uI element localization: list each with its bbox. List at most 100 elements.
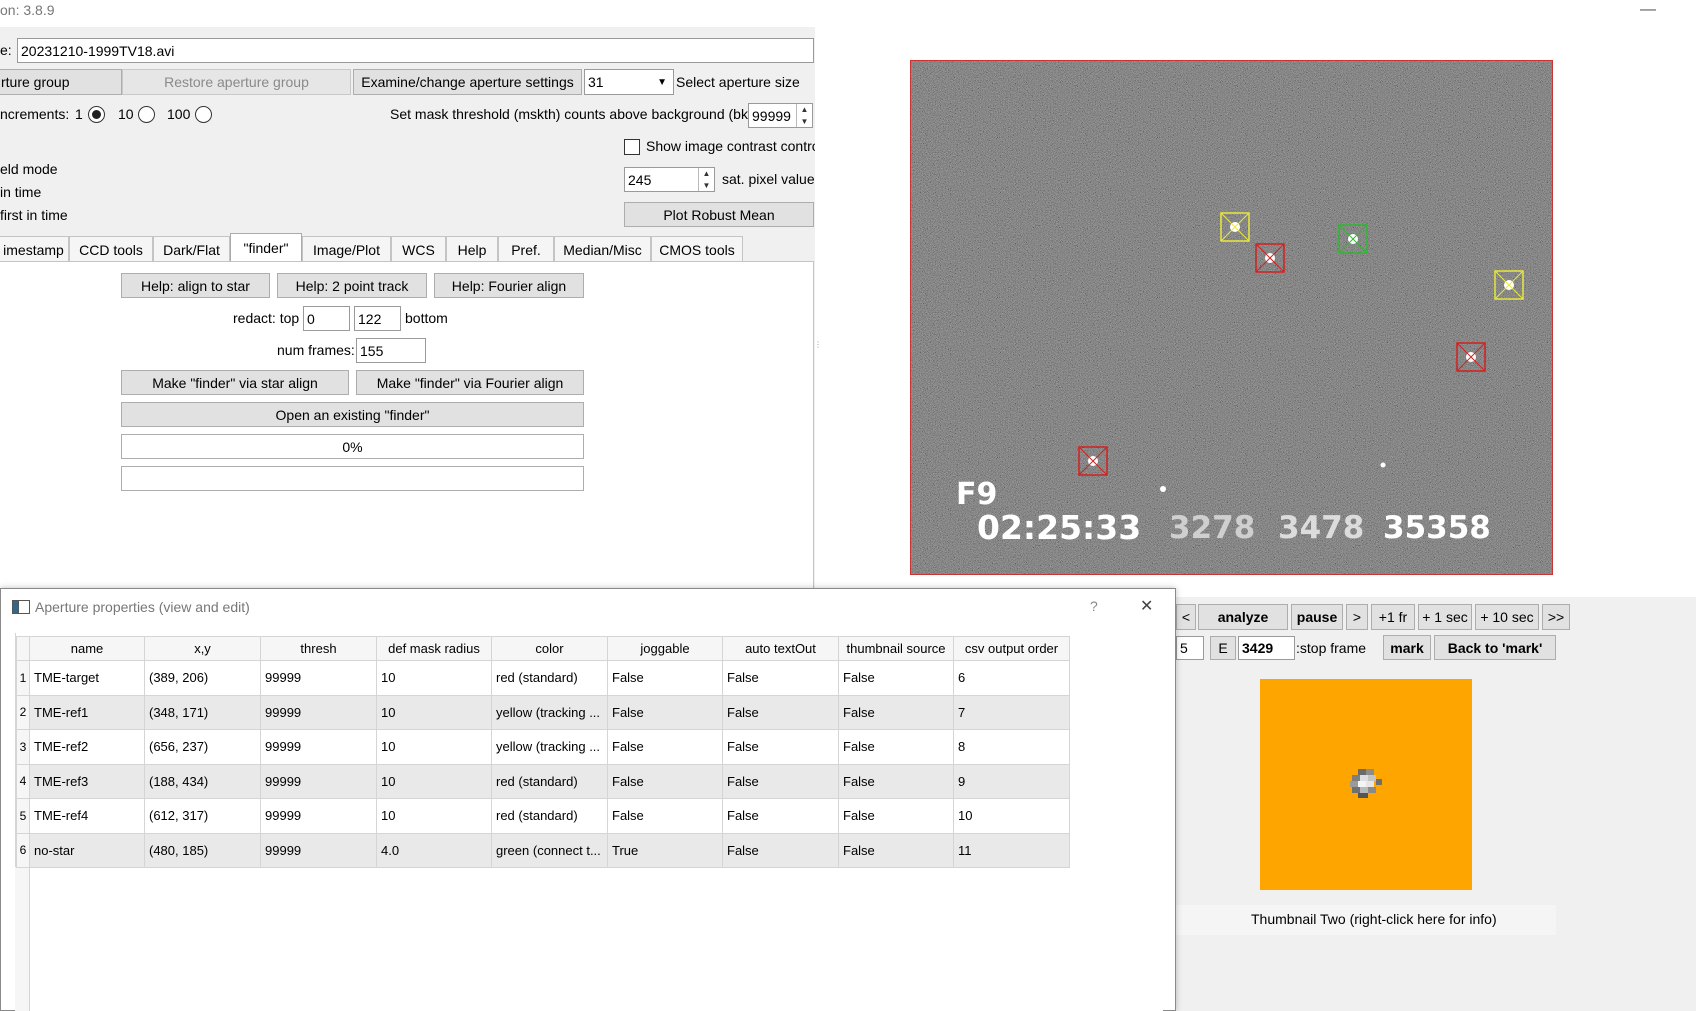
redact-top-input[interactable]: 0 (303, 306, 350, 331)
cell-joggable[interactable]: False (607, 798, 723, 834)
cell-mask-radius[interactable]: 10 (376, 660, 492, 696)
cell-row-number[interactable]: 4 (16, 763, 30, 799)
cell-name[interactable]: TME-ref1 (29, 694, 145, 730)
mask-threshold-spinbox[interactable]: 99999 ▲ ▼ (748, 103, 813, 128)
cell-csv-order[interactable]: 6 (953, 660, 1070, 696)
mark-button[interactable]: mark (1383, 635, 1431, 660)
cell-auto-textout[interactable]: False (722, 798, 839, 834)
sat-pixel-spinbox[interactable]: 245 ▲ ▼ (624, 167, 715, 192)
cell-auto-textout[interactable]: False (722, 694, 839, 730)
save-aperture-group-button[interactable]: rture group (0, 69, 122, 95)
sat-pixel-spin-arrows[interactable]: ▲ ▼ (698, 168, 714, 191)
cell-row-number[interactable]: 5 (16, 798, 30, 834)
plus-1-frame-button[interactable]: +1 fr (1371, 604, 1415, 630)
end-frame-button[interactable]: E (1210, 636, 1236, 660)
cell-xy[interactable]: (480, 185) (144, 832, 261, 868)
plus-10-sec-button[interactable]: + 10 sec (1475, 604, 1539, 630)
cell-color[interactable]: red (standard) (491, 798, 608, 834)
cell-xy[interactable]: (389, 206) (144, 660, 261, 696)
cell-name[interactable]: TME-ref2 (29, 729, 145, 765)
cell-row-number[interactable]: 1 (16, 660, 30, 696)
cell-thresh[interactable]: 99999 (260, 660, 377, 696)
increment-100-radio[interactable] (195, 106, 212, 123)
stop-frame-input[interactable]: 3429 (1238, 636, 1295, 660)
cell-csv-order[interactable]: 7 (953, 694, 1070, 730)
cell-mask-radius[interactable]: 10 (376, 694, 492, 730)
cell-name[interactable]: TME-ref4 (29, 798, 145, 834)
increment-1-radio[interactable] (88, 106, 105, 123)
num-frames-input[interactable]: 155 (356, 338, 426, 363)
cell-thumbnail-source[interactable]: False (838, 832, 954, 868)
tab-wcs[interactable]: WCS (391, 236, 446, 262)
cell-name[interactable]: no-star (29, 832, 145, 868)
increment-10-radio[interactable] (138, 106, 155, 123)
cell-auto-textout[interactable]: False (722, 832, 839, 868)
thumbnail-two[interactable] (1260, 679, 1472, 890)
column-header-auto-textout[interactable]: auto textOut (722, 636, 839, 661)
cell-color[interactable]: yellow (tracking ... (491, 694, 608, 730)
analyze-button[interactable]: analyze (1198, 604, 1288, 630)
tab-finder[interactable]: "finder" (230, 233, 302, 262)
cell-xy[interactable]: (656, 237) (144, 729, 261, 765)
column-header-name[interactable]: name (29, 636, 145, 661)
file-path-field[interactable]: 20231210-1999TV18.avi (17, 38, 814, 63)
pause-button[interactable]: pause (1291, 604, 1343, 630)
make-finder-fourier-align-button[interactable]: Make "finder" via Fourier align (356, 370, 584, 395)
cell-joggable[interactable]: False (607, 660, 723, 696)
cell-auto-textout[interactable]: False (722, 660, 839, 696)
table-row[interactable]: 6 no-star (480, 185) 99999 4.0 green (connect… (16, 832, 1070, 868)
back-to-mark-button[interactable]: Back to 'mark' (1434, 635, 1556, 660)
cell-thresh[interactable]: 99999 (260, 694, 377, 730)
cell-row-number[interactable]: 3 (16, 729, 30, 765)
cell-row-number[interactable]: 6 (16, 832, 30, 868)
tab-cmos-tools[interactable]: CMOS tools (651, 236, 743, 262)
cell-joggable[interactable]: False (607, 729, 723, 765)
help-align-to-star-button[interactable]: Help: align to star (121, 273, 270, 298)
start-frame-input[interactable]: 5 (1176, 636, 1204, 660)
cell-xy[interactable]: (188, 434) (144, 763, 261, 799)
splitter-handle[interactable]: ⋮ (814, 341, 822, 362)
mask-threshold-spin-arrows[interactable]: ▲ ▼ (796, 104, 812, 127)
cell-thumbnail-source[interactable]: False (838, 729, 954, 765)
prev-frame-button[interactable]: < (1176, 604, 1196, 630)
close-icon[interactable]: ✕ (1140, 596, 1153, 616)
redact-bottom-input[interactable]: 122 (354, 306, 401, 331)
cell-thresh[interactable]: 99999 (260, 763, 377, 799)
fast-forward-button[interactable]: >> (1542, 604, 1570, 630)
cell-csv-order[interactable]: 10 (953, 798, 1070, 834)
cell-name[interactable]: TME-target (29, 660, 145, 696)
cell-joggable[interactable]: False (607, 694, 723, 730)
table-row[interactable]: 1 TME-target (389, 206) 99999 10 red (standar… (16, 660, 1070, 696)
video-frame[interactable]: F9 02:25:33 3278 3478 35358 (910, 60, 1553, 575)
table-row[interactable]: 4 TME-ref3 (188, 434) 99999 10 red (standard)… (16, 763, 1070, 799)
tab-pref[interactable]: Pref. (498, 236, 554, 262)
minimize-button[interactable]: — (1640, 1, 1656, 19)
cell-thresh[interactable]: 99999 (260, 832, 377, 868)
thumbnail-caption[interactable]: Thumbnail Two (right-click here for info… (1251, 911, 1497, 927)
cell-xy[interactable]: (612, 317) (144, 798, 261, 834)
tab-dark-flat[interactable]: Dark/Flat (153, 236, 230, 262)
examine-aperture-settings-button[interactable]: Examine/change aperture settings (353, 69, 582, 95)
cell-auto-textout[interactable]: False (722, 763, 839, 799)
tab-median-misc[interactable]: Median/Misc (554, 236, 651, 262)
cell-thumbnail-source[interactable]: False (838, 660, 954, 696)
next-frame-button[interactable]: > (1346, 604, 1368, 630)
cell-color[interactable]: yellow (tracking ... (491, 729, 608, 765)
restore-aperture-group-button[interactable]: Restore aperture group (122, 69, 351, 95)
cell-csv-order[interactable]: 9 (953, 763, 1070, 799)
cell-thresh[interactable]: 99999 (260, 798, 377, 834)
cell-mask-radius[interactable]: 10 (376, 798, 492, 834)
help-fourier-align-button[interactable]: Help: Fourier align (434, 273, 584, 298)
make-finder-star-align-button[interactable]: Make "finder" via star align (121, 370, 349, 395)
tab-timestamp[interactable]: imestamp (0, 236, 69, 262)
column-header-joggable[interactable]: joggable (607, 636, 723, 661)
cell-name[interactable]: TME-ref3 (29, 763, 145, 799)
table-row[interactable]: 3 TME-ref2 (656, 237) 99999 10 yellow (tracki… (16, 729, 1070, 765)
cell-color[interactable]: red (standard) (491, 660, 608, 696)
first-in-time-label[interactable]: first in time (0, 207, 68, 223)
cell-joggable[interactable]: True (607, 832, 723, 868)
cell-thumbnail-source[interactable]: False (838, 798, 954, 834)
cell-thumbnail-source[interactable]: False (838, 763, 954, 799)
table-row[interactable]: 5 TME-ref4 (612, 317) 99999 10 red (standard)… (16, 798, 1070, 834)
column-header-thresh[interactable]: thresh (260, 636, 377, 661)
